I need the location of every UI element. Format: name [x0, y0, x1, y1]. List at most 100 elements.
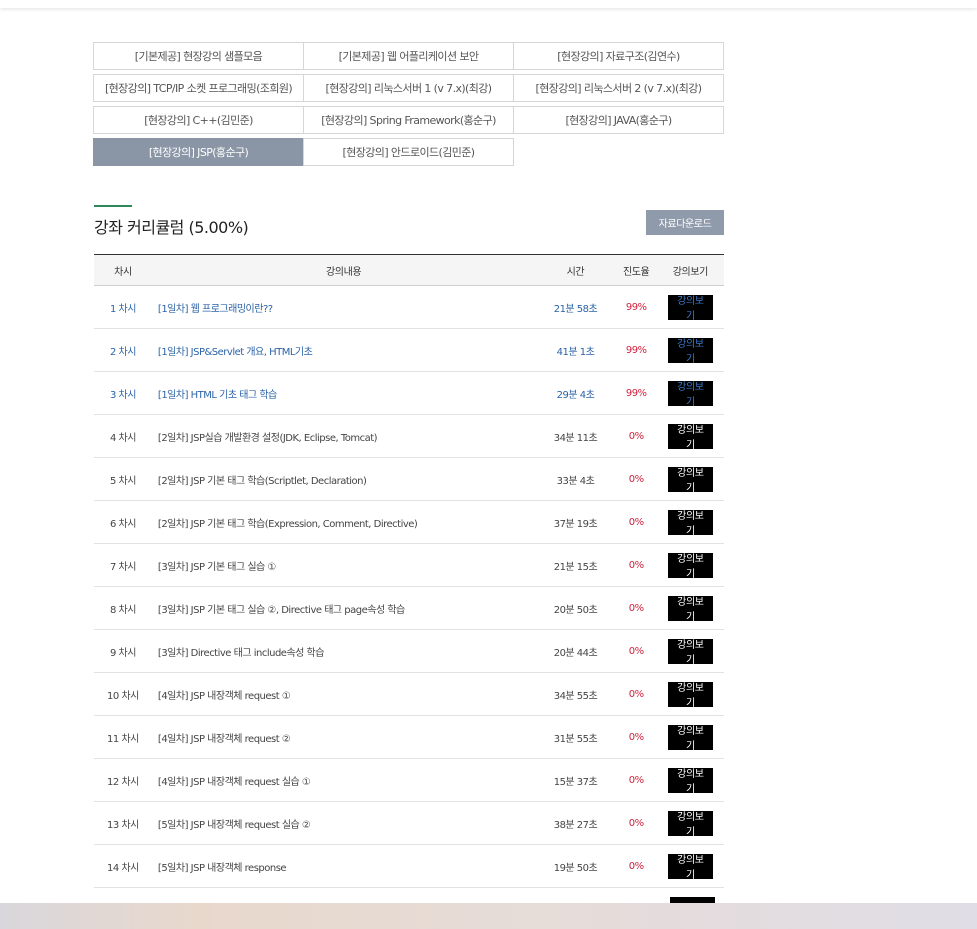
course-tab[interactable]: [현장강의] JSP(홍순구) [93, 138, 304, 166]
table-row: 11 차시 [4일차] JSP 내장객체 request ② 31분 55초 0% 강의… [94, 716, 724, 759]
lesson-duration: 37분 19초 [553, 518, 598, 530]
lesson-progress: 99% [625, 387, 647, 399]
lesson-number: 6 차시 [109, 518, 136, 530]
header-title: 강의내용 [325, 266, 362, 278]
lesson-progress: 0% [628, 817, 644, 829]
view-cell: 강의보기 [657, 552, 724, 580]
view-cell: 강의보기 [657, 638, 724, 666]
lesson-number: 11 차시 [107, 733, 139, 745]
lesson-progress: 99% [625, 301, 647, 313]
lesson-progress: 0% [628, 559, 644, 571]
view-cell: 강의보기 [657, 681, 724, 709]
lesson-title[interactable]: [4일차] JSP 내장객체 request 실습 ① [152, 773, 535, 788]
table-header: 차시 강의내용 시간 진도율 강의보기 [94, 255, 724, 286]
course-tab[interactable]: [현장강의] 리눅스서버 2 (v 7.x)(최강) [513, 74, 724, 102]
course-tab[interactable]: [현장강의] 안드로이드(김민준) [303, 138, 514, 166]
view-cell: 강의보기 [657, 380, 724, 408]
view-lecture-button[interactable]: 강의보기 [667, 423, 713, 451]
table-row: 7 차시 [3일차] JSP 기본 태그 실습 ① 21분 15초 0% 강의보기 [94, 544, 724, 587]
lesson-progress: 0% [628, 602, 644, 614]
lesson-title[interactable]: [2일차] JSP실습 개발환경 설정(JDK, Eclipse, Tomcat… [152, 429, 535, 444]
lesson-progress: 0% [628, 473, 644, 485]
lesson-number: 13 차시 [107, 819, 139, 831]
table-row: 13 차시 [5일차] JSP 내장객체 request 실습 ② 38분 27초 0… [94, 802, 724, 845]
lesson-duration: 34분 55초 [553, 690, 598, 702]
table-row: 9 차시 [3일차] Directive 태그 include속성 학습 20분 4… [94, 630, 724, 673]
view-cell: 강의보기 [657, 509, 724, 537]
view-cell: 강의보기 [657, 423, 724, 451]
lesson-number: 2 차시 [109, 346, 136, 358]
view-lecture-button[interactable]: 강의보기 [667, 509, 713, 537]
header-no: 차시 [114, 266, 132, 278]
curriculum-table: 차시 강의내용 시간 진도율 강의보기 1 차시 [1일차] 웹 프로그래밍이란?… [94, 254, 724, 888]
view-lecture-button[interactable]: 강의보기 [667, 767, 713, 795]
view-cell: 강의보기 [657, 595, 724, 623]
course-tab[interactable]: [현장강의] 자료구조(김연수) [513, 42, 724, 70]
curriculum-title: 강좌 커리큘럼 (5.00%) [94, 218, 249, 237]
view-cell: 강의보기 [657, 337, 724, 365]
table-row: 6 차시 [2일차] JSP 기본 태그 학습(Expression, Comme… [94, 501, 724, 544]
lesson-duration: 31분 55초 [553, 733, 598, 745]
lesson-title[interactable]: [3일차] JSP 기본 태그 실습 ②, Directive 태그 page속… [152, 601, 535, 616]
lesson-title[interactable]: [5일차] JSP 내장객체 response [152, 859, 535, 874]
bottom-band [0, 903, 977, 929]
lesson-progress: 0% [628, 516, 644, 528]
lesson-duration: 21분 15초 [553, 561, 598, 573]
lesson-duration: 33분 4초 [556, 475, 595, 487]
lesson-title[interactable]: [5일차] JSP 내장객체 request 실습 ② [152, 816, 535, 831]
table-row: 12 차시 [4일차] JSP 내장객체 request 실습 ① 15분 37초 0… [94, 759, 724, 802]
lesson-title[interactable]: [4일차] JSP 내장객체 request ② [152, 730, 535, 745]
lesson-duration: 15분 37초 [553, 776, 598, 788]
section-accent-line [94, 205, 132, 207]
view-lecture-button[interactable]: 강의보기 [667, 552, 713, 580]
lesson-title[interactable]: [2일차] JSP 기본 태그 학습(Expression, Comment, … [152, 515, 535, 530]
lesson-duration: 19분 50초 [553, 862, 598, 874]
view-lecture-button[interactable]: 강의보기 [667, 595, 713, 623]
lesson-title[interactable]: [1일차] JSP&Servlet 개요, HTML기초 [152, 343, 535, 358]
view-lecture-button[interactable]: 강의보기 [667, 337, 713, 365]
lesson-duration: 20분 44초 [553, 647, 598, 659]
lesson-title[interactable]: [3일차] Directive 태그 include속성 학습 [152, 644, 535, 659]
view-lecture-button[interactable]: 강의보기 [667, 681, 713, 709]
lesson-number: 3 차시 [109, 389, 136, 401]
view-cell: 강의보기 [657, 294, 724, 322]
table-row: 10 차시 [4일차] JSP 내장객체 request ① 34분 55초 0% 강의… [94, 673, 724, 716]
lesson-title[interactable]: [1일차] 웹 프로그래밍이란?? [152, 300, 535, 315]
table-row: 3 차시 [1일차] HTML 기초 태그 학습 29분 4초 99% 강의보기 [94, 372, 724, 415]
lesson-number: 8 차시 [109, 604, 136, 616]
table-row: 5 차시 [2일차] JSP 기본 태그 학습(Scriptlet, Declar… [94, 458, 724, 501]
lesson-duration: 41분 1초 [556, 346, 595, 358]
table-body: 1 차시 [1일차] 웹 프로그래밍이란?? 21분 58초 99% 강의보기 2 차시 [… [94, 286, 724, 888]
lesson-progress: 0% [628, 731, 644, 743]
view-lecture-button[interactable]: 강의보기 [667, 380, 713, 408]
course-tab[interactable]: [기본제공] 웹 어플리케이션 보안 [303, 42, 514, 70]
view-cell: 강의보기 [657, 466, 724, 494]
view-cell: 강의보기 [657, 724, 724, 752]
view-cell: 강의보기 [657, 767, 724, 795]
lesson-title[interactable]: [2일차] JSP 기본 태그 학습(Scriptlet, Declaratio… [152, 472, 535, 487]
course-tab[interactable]: [현장강의] Spring Framework(홍순구) [303, 106, 514, 134]
view-lecture-button[interactable]: 강의보기 [667, 466, 713, 494]
lesson-number: 5 차시 [109, 475, 136, 487]
top-bar [0, 0, 977, 8]
lesson-title[interactable]: [1일차] HTML 기초 태그 학습 [152, 386, 535, 401]
course-tab[interactable]: [현장강의] JAVA(홍순구) [513, 106, 724, 134]
course-tab[interactable]: [기본제공] 현장강의 샘플모음 [93, 42, 304, 70]
table-row: 4 차시 [2일차] JSP실습 개발환경 설정(JDK, Eclipse, To… [94, 415, 724, 458]
lesson-title[interactable]: [4일차] JSP 내장객체 request ① [152, 687, 535, 702]
lesson-number: 12 차시 [107, 776, 139, 788]
course-tab[interactable]: [현장강의] TCP/IP 소켓 프로그래밍(조희원) [93, 74, 304, 102]
view-lecture-button[interactable]: 강의보기 [667, 724, 713, 752]
lesson-progress: 0% [628, 430, 644, 442]
table-row: 1 차시 [1일차] 웹 프로그래밍이란?? 21분 58초 99% 강의보기 [94, 286, 724, 329]
view-lecture-button[interactable]: 강의보기 [667, 638, 713, 666]
lesson-number: 10 차시 [107, 690, 139, 702]
lesson-duration: 38분 27초 [553, 819, 598, 831]
view-lecture-button[interactable]: 강의보기 [667, 294, 713, 322]
course-tab[interactable]: [현장강의] C++(김민준) [93, 106, 304, 134]
view-lecture-button[interactable]: 강의보기 [667, 853, 713, 881]
download-materials-button[interactable]: 자료다운로드 [646, 210, 724, 235]
lesson-title[interactable]: [3일차] JSP 기본 태그 실습 ① [152, 558, 535, 573]
view-lecture-button[interactable]: 강의보기 [667, 810, 713, 838]
course-tab[interactable]: [현장강의] 리눅스서버 1 (v 7.x)(최강) [303, 74, 514, 102]
